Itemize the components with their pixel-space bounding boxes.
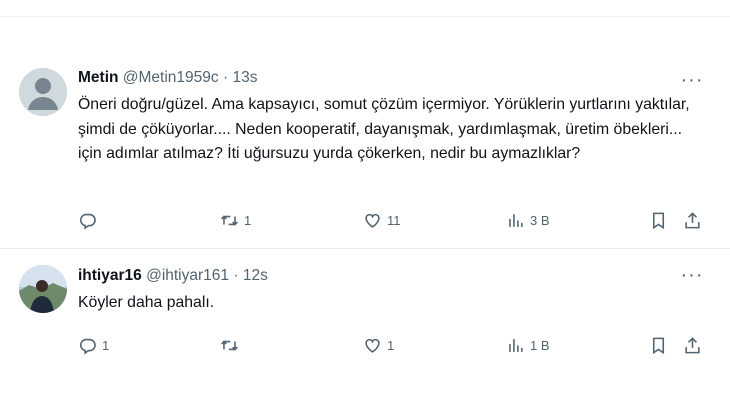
heart-icon <box>363 336 382 355</box>
tweet-text: Öneri doğru/güzel. Ama kapsayıcı, somut … <box>78 96 690 162</box>
tweet-text: Köyler daha pahalı. <box>78 294 215 311</box>
timestamp[interactable]: 13s <box>232 69 257 86</box>
retweet-icon <box>220 211 239 230</box>
bookmark-button[interactable] <box>649 208 668 232</box>
heart-icon <box>363 211 382 230</box>
like-count: 1 <box>387 337 395 353</box>
like-count: 11 <box>387 212 401 228</box>
bookmark-icon <box>649 336 668 355</box>
reply-button[interactable] <box>78 208 102 232</box>
retweet-button[interactable]: 1 <box>220 208 251 232</box>
separator: · <box>222 69 229 86</box>
views-icon <box>506 211 525 230</box>
reply-count: 1 <box>102 337 110 353</box>
share-button[interactable] <box>683 333 702 357</box>
reply-button[interactable]: 1 <box>78 333 109 357</box>
display-name[interactable]: ihtiyar16 <box>78 267 142 284</box>
top-divider <box>0 0 730 17</box>
bookmark-button[interactable] <box>649 333 668 357</box>
display-name[interactable]: Metin <box>78 69 118 86</box>
bookmark-icon <box>649 211 668 230</box>
views-count: 3 B <box>530 212 550 228</box>
more-options-icon[interactable]: ··· <box>680 70 704 90</box>
more-options-icon[interactable]: ··· <box>680 265 704 285</box>
views-icon <box>506 336 525 355</box>
reply-tweet[interactable]: ihtiyar16 @ihtiyar161 · 12s ··· Köyler d… <box>0 249 730 420</box>
share-button[interactable] <box>683 208 702 232</box>
photo-avatar[interactable] <box>19 265 67 313</box>
action-bar: 1 1 1 B <box>78 333 710 357</box>
retweet-count: 1 <box>244 212 252 228</box>
share-icon <box>683 336 702 355</box>
reply-tweet[interactable]: Metin @Metin1959c · 13s ··· Öneri doğru/… <box>0 56 730 249</box>
tweet-header: Metin @Metin1959c · 13s <box>78 68 257 88</box>
like-button[interactable]: 11 <box>363 208 401 232</box>
retweet-icon <box>220 336 239 355</box>
separator: · <box>233 267 239 284</box>
user-handle[interactable]: @ihtiyar161 <box>146 267 229 284</box>
reply-icon <box>78 336 97 355</box>
views-button[interactable]: 1 B <box>506 333 550 357</box>
reply-icon <box>78 211 97 230</box>
tweet-header: ihtiyar16 @ihtiyar161 · 12s <box>78 266 268 286</box>
views-button[interactable]: 3 B <box>506 208 550 232</box>
views-count: 1 B <box>530 337 550 353</box>
action-bar: 1 11 3 B <box>78 208 710 232</box>
timestamp[interactable]: 12s <box>243 267 268 284</box>
default-avatar[interactable] <box>19 68 67 116</box>
like-button[interactable]: 1 <box>363 333 394 357</box>
retweet-button[interactable] <box>220 333 244 357</box>
user-handle[interactable]: @Metin1959c <box>123 69 219 86</box>
share-icon <box>683 211 702 230</box>
